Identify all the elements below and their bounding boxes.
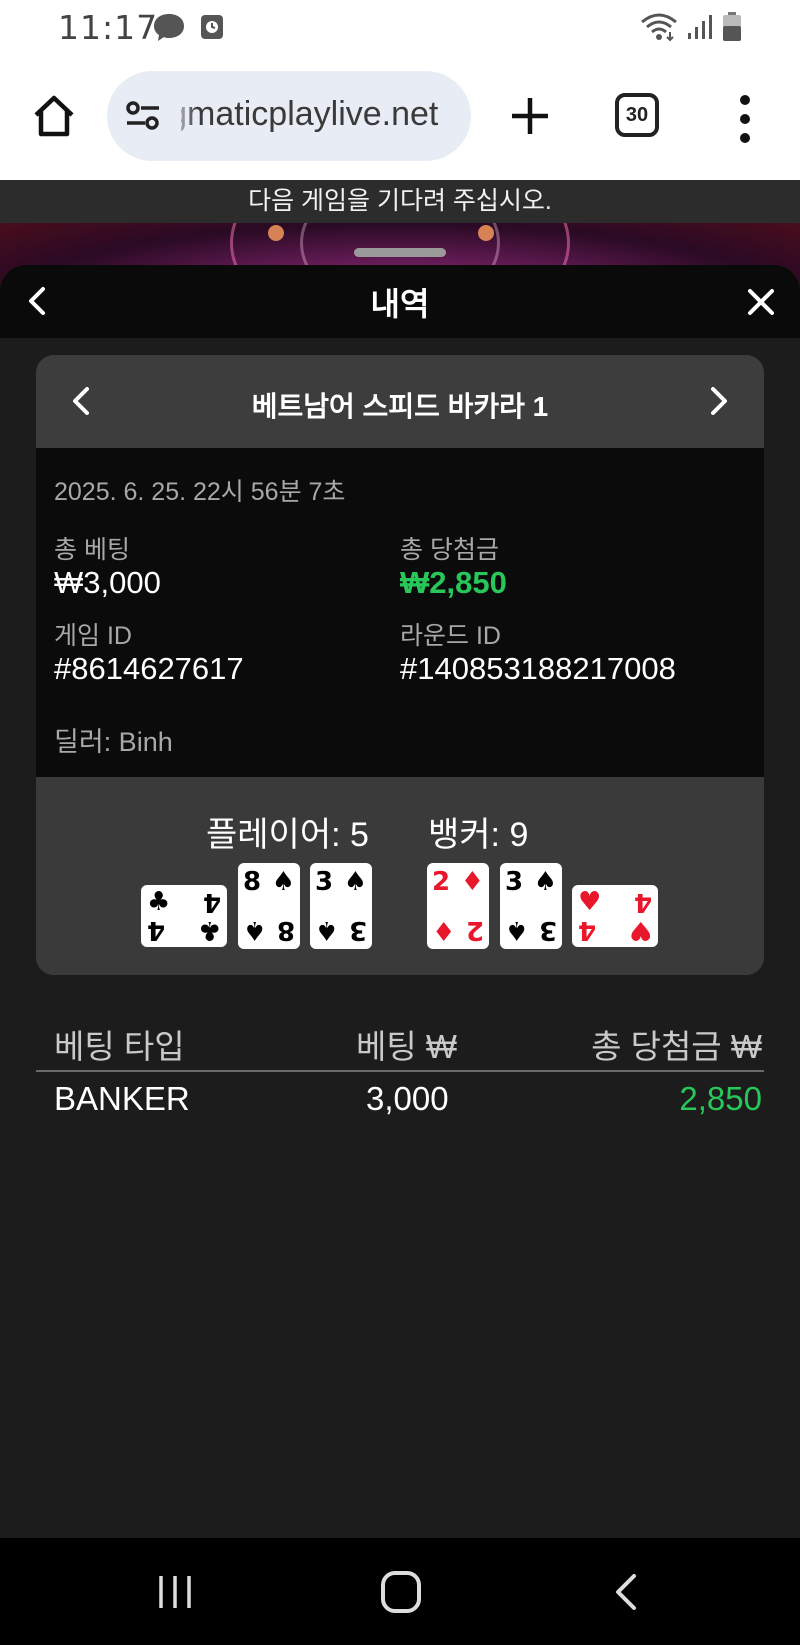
home-outline-icon — [34, 95, 74, 137]
wifi-icon — [640, 12, 678, 47]
status-time: 11:17 — [58, 8, 159, 47]
bets-divider — [36, 1070, 764, 1072]
site-settings-icon[interactable] — [123, 96, 163, 136]
banker-score: 뱅커: 9 — [428, 816, 529, 854]
address-bar[interactable]: pragmaticplaylive.net — [107, 71, 471, 161]
round-id-label: 라운드 ID — [400, 622, 501, 650]
recent-apps-icon[interactable] — [155, 1572, 195, 1612]
game-record-card: 베트남어 스피드 바카라 1 2025. 6. 25. 22시 56분 7초 총… — [36, 355, 764, 975]
signal-icon — [686, 13, 714, 46]
system-nav-bar — [0, 1538, 800, 1645]
status-bar: 11:17 — [0, 0, 800, 56]
url-text[interactable]: pragmaticplaylive.net — [181, 95, 469, 134]
bet-row-type: BANKER — [54, 1080, 190, 1117]
banker-card-1: 2 ♦ ♦ 2 — [427, 863, 489, 949]
banker-card-2: 3 ♠ ♠ 3 — [500, 863, 562, 949]
browser-menu-button[interactable] — [730, 92, 760, 146]
total-bet-label: 총 베팅 — [54, 536, 130, 564]
wait-notice: 다음 게임을 기다려 주십시오. — [0, 180, 800, 223]
home-icon[interactable] — [380, 1570, 422, 1614]
total-bet-value: ₩3,000 — [54, 565, 161, 600]
tab-switcher-button[interactable]: 30 — [615, 93, 659, 137]
bets-header-win: 총 당첨금 ₩ — [591, 1028, 762, 1065]
banker-card-3: 4 ♥ 4 ♥ — [572, 885, 658, 947]
back-icon[interactable] — [610, 1572, 644, 1612]
game-name: 베트남어 스피드 바카라 1 — [251, 391, 549, 422]
more-vert-icon — [740, 95, 750, 143]
browser-toolbar: pragmaticplaylive.net 30 — [0, 56, 800, 180]
player-card-3: 3 ♠ ♠ 3 — [310, 863, 372, 949]
game-datetime: 2025. 6. 25. 22시 56분 7초 — [54, 478, 346, 506]
player-card-1: 4 ♣ 4 ♣ — [141, 885, 227, 947]
game-id-value: #8614627617 — [54, 651, 244, 686]
bets-header-type: 베팅 타입 — [54, 1028, 185, 1065]
close-icon[interactable] — [746, 287, 776, 317]
dealer-name: 딜러: Binh — [54, 727, 173, 757]
plus-icon — [512, 98, 548, 134]
bet-row-amount: 3,000 — [366, 1080, 449, 1117]
game-id-label: 게임 ID — [54, 622, 132, 650]
new-tab-button[interactable] — [500, 86, 560, 146]
panel-header: 내역 — [0, 265, 800, 338]
panel-title: 내역 — [370, 286, 430, 322]
card-header: 베트남어 스피드 바카라 1 — [36, 355, 764, 448]
browser-home-button[interactable] — [24, 86, 84, 146]
bets-header-bet: 베팅 ₩ — [356, 1028, 458, 1065]
round-id-value: #140853188217008 — [400, 651, 676, 686]
game-info: 2025. 6. 25. 22시 56분 7초 총 베팅 ₩3,000 총 당첨… — [36, 448, 764, 777]
total-win-value: ₩2,850 — [400, 565, 507, 600]
messenger-icon — [152, 12, 186, 47]
bet-row-win: 2,850 — [679, 1080, 762, 1117]
history-panel: 내역 베트남어 스피드 바카라 1 2025. 6. 25. 22시 56분 7… — [0, 265, 800, 1538]
player-card-2: 8 ♠ ♠ 8 — [238, 863, 300, 949]
player-score: 플레이어: 5 — [206, 816, 369, 854]
next-game-chevron-icon[interactable] — [698, 381, 738, 421]
clock-app-icon — [200, 14, 224, 45]
total-win-label: 총 당첨금 — [400, 536, 499, 564]
drag-handle[interactable] — [354, 248, 446, 257]
round-result: 플레이어: 5 뱅커: 9 4 ♣ 4 ♣ 8 ♠ ♠ 8 3 ♠ ♠ 3 2 … — [36, 777, 764, 975]
battery-icon — [722, 12, 742, 47]
